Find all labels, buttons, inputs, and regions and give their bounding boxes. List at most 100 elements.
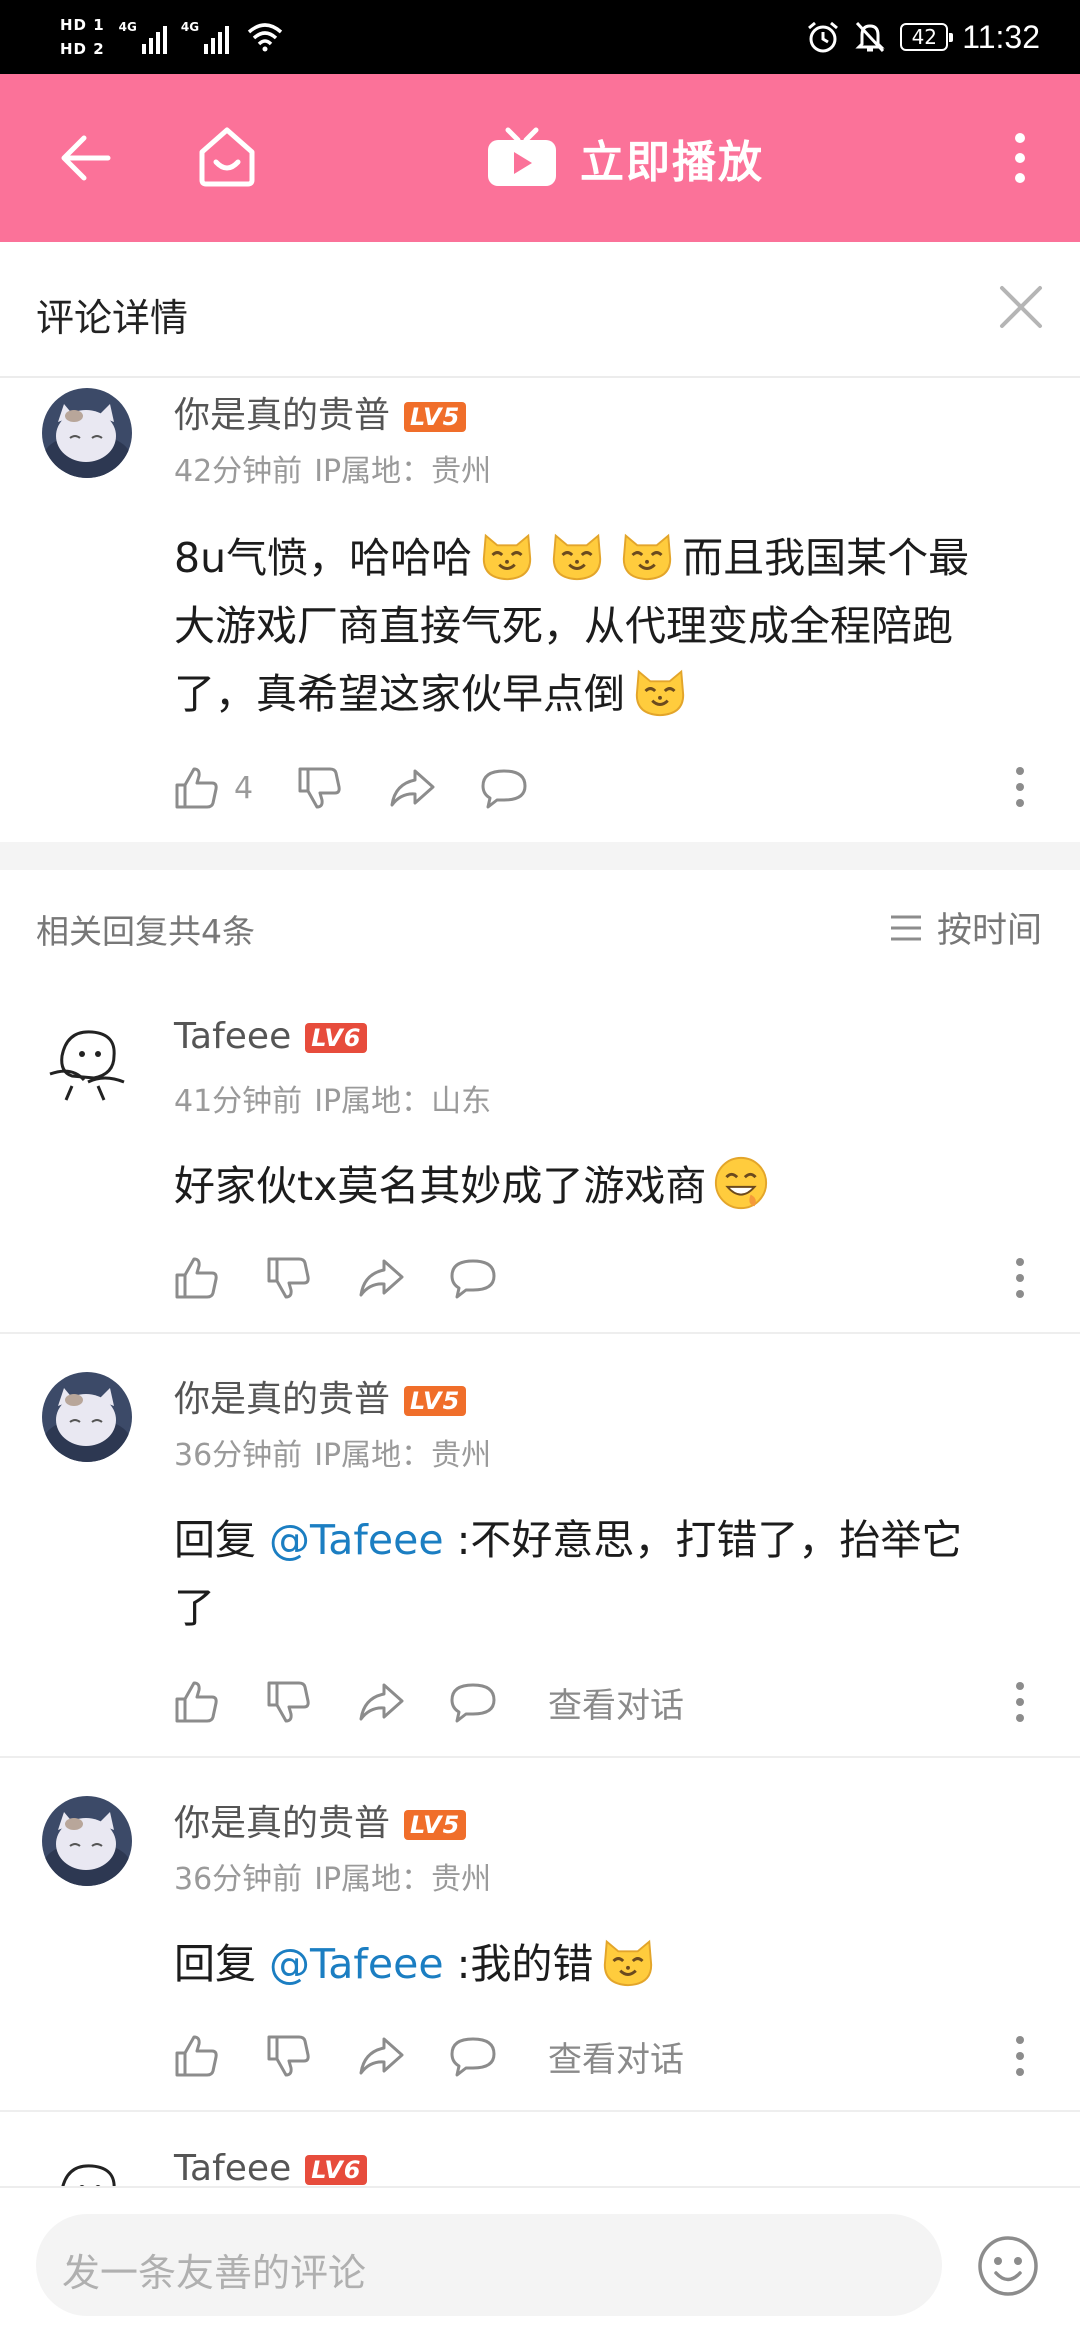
like-button[interactable]: 4 [172,763,253,813]
back-icon[interactable] [56,130,112,186]
avatar[interactable] [42,1016,132,1106]
level-badge: LV6 [305,2155,368,2185]
like-button[interactable] [172,1253,222,1303]
view-conversation-link[interactable]: 查看对话 [548,2032,684,2081]
tv-icon [488,127,556,186]
comment-input-placeholder: 发一条友善的评论 [62,2251,367,2295]
grin-emoji [712,1154,770,1212]
dislike-button[interactable] [295,763,345,813]
comment-time: 42分钟前 [174,454,303,489]
comment-more-icon[interactable] [1008,762,1032,812]
reply-actions [172,1248,540,1308]
avatar[interactable] [42,1372,132,1462]
reply-button[interactable] [448,1677,498,1727]
dislike-icon [264,2031,314,2081]
share-button[interactable] [356,1253,406,1303]
divider [0,2110,1080,2112]
dislike-icon [264,1677,314,1727]
reply-username[interactable]: Tafeee LV6 [174,1016,368,1057]
reply-text: 好家伙tx莫名其妙成了游戏商 [174,1152,776,1220]
cat-emoji [548,526,606,584]
reply-meta: 36分钟前 IP属地：贵州 [174,1862,492,1897]
cat-emoji [618,526,676,584]
app-bar: 立即播放 [0,74,1080,242]
divider [0,1332,1080,1334]
avatar[interactable] [42,388,132,478]
panel-title: 评论详情 [36,296,189,340]
cat-emoji [599,1932,657,1990]
section-gap [0,842,1080,870]
replies-count: 相关回复共4条 [36,912,255,951]
like-button[interactable] [172,1677,222,1727]
reply-button[interactable] [479,763,529,813]
reply-actions: 查看对话 [172,2026,684,2086]
reply-more-icon[interactable] [1008,2031,1032,2081]
comment-text: 8u气愤，哈哈哈 而且我国某个最 大游戏厂商直接气死，从代理变成全程陪跑 了，真希望这… [174,524,1054,728]
mute-icon [855,21,885,53]
reply-text: 回复 @Tafeee :我的错 [174,1930,663,1998]
view-conversation-link[interactable]: 查看对话 [548,1678,684,1727]
reply-username[interactable]: 你是真的贵普 LV5 [174,1370,467,1422]
reply-username[interactable]: Tafeee LV6 [174,2148,368,2189]
dislike-button[interactable] [264,2031,314,2081]
dislike-icon [295,763,345,813]
divider [0,1756,1080,1758]
status-time: 11:32 [962,18,1040,55]
reply-meta: 36分钟前 IP属地：贵州 [174,1438,492,1473]
cat-emoji [631,662,689,720]
reply-actions: 查看对话 [172,1672,684,1732]
signal-2-icon: 4G [181,20,230,54]
emoji-icon[interactable] [976,2234,1040,2298]
share-icon [356,1253,406,1303]
reply-icon [448,1677,498,1727]
more-icon[interactable] [1004,130,1036,186]
close-icon[interactable] [998,284,1044,330]
mention-link[interactable]: @Tafeee [269,1940,444,1988]
like-icon [172,1253,222,1303]
app-bar-title: 立即播放 [580,137,764,188]
like-icon [172,763,222,813]
avatar[interactable] [42,1796,132,1886]
like-icon [172,1677,222,1727]
level-badge: LV5 [404,1810,467,1840]
reply-text: 回复 @Tafeee :不好意思，打错了，抬举它了 [174,1516,963,1632]
share-button[interactable] [387,763,437,813]
reply-button[interactable] [448,2031,498,2081]
sort-icon [890,915,921,940]
level-badge: LV5 [404,1386,467,1416]
play-now-button[interactable]: 立即播放 [486,118,764,198]
share-button[interactable] [356,1677,406,1727]
share-button[interactable] [356,2031,406,2081]
reply-more-icon[interactable] [1008,1677,1032,1727]
reply-icon [479,763,529,813]
home-icon[interactable] [196,124,258,188]
sort-label: 按时间 [936,911,1042,951]
reply-button[interactable] [448,1253,498,1303]
level-badge: LV5 [404,402,467,432]
status-bar: HD 1 HD 2 4G 4G 42 11:32 [0,0,1080,74]
reply-icon [448,1253,498,1303]
share-icon [356,1677,406,1727]
comment-input-bar: 发一条友善的评论 [0,2186,1080,2342]
share-icon [387,763,437,813]
reply-username[interactable]: 你是真的贵普 LV5 [174,1794,467,1846]
like-button[interactable] [172,2031,222,2081]
comment-detail-header: 评论详情 [0,242,1080,378]
signal-1-icon: 4G [119,20,167,54]
level-badge: LV6 [305,1023,368,1053]
dislike-button[interactable] [264,1677,314,1727]
comment-input[interactable]: 发一条友善的评论 [36,2214,942,2316]
reply-icon [448,2031,498,2081]
reply-meta: 41分钟前 IP属地：山东 [174,1084,492,1119]
sort-button[interactable]: 按时间 [889,902,1042,953]
reply-more-icon[interactable] [1008,1253,1032,1303]
hd2-indicator: HD 2 [60,40,105,58]
alarm-icon [808,21,839,53]
comment-username[interactable]: 你是真的贵普 LV5 [174,386,467,438]
mention-link[interactable]: @Tafeee [269,1516,444,1564]
share-icon [356,2031,406,2081]
wifi-icon [247,23,283,52]
dislike-button[interactable] [264,1253,314,1303]
cat-emoji [478,526,536,584]
comment-meta: 42分钟前 IP属地：贵州 [174,446,491,490]
